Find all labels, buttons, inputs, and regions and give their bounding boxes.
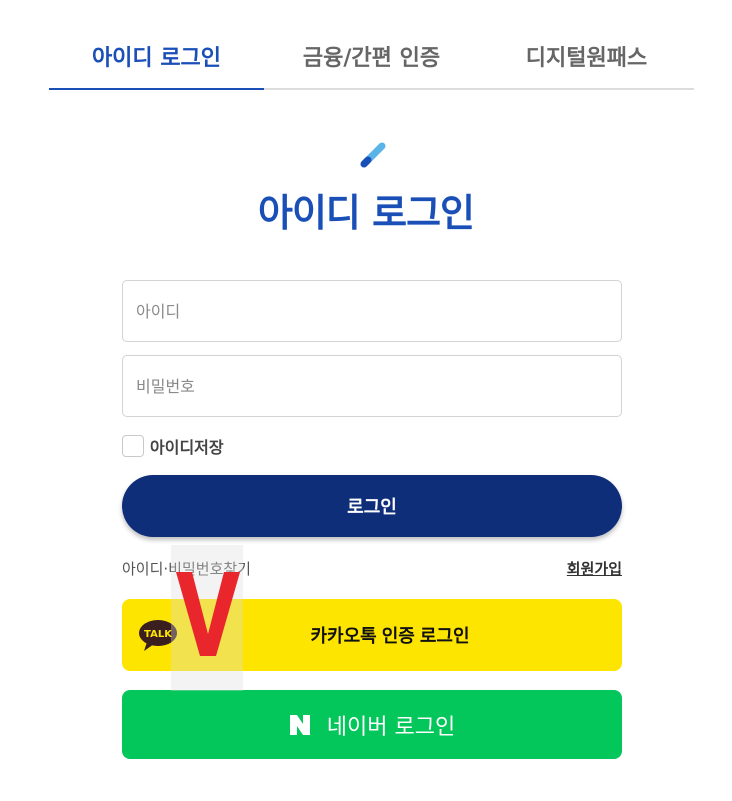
password-input[interactable] xyxy=(122,355,622,417)
id-input[interactable] xyxy=(122,280,622,342)
page-title: 아이디 로그인 xyxy=(258,191,475,235)
naver-login-label: 네이버 로그인 xyxy=(326,714,456,740)
kakao-talk-icon: TALK xyxy=(139,620,177,651)
remember-id-toggle[interactable]: 아이디저장 xyxy=(122,434,224,458)
tab-digital-onepass[interactable]: 디지털원패스 xyxy=(479,22,694,88)
signup-link[interactable]: 회원가입 xyxy=(567,558,622,579)
find-id-password-link[interactable]: 아이디·비밀번호찾기 xyxy=(122,558,251,579)
naver-n-icon xyxy=(289,714,310,735)
login-tabs: 아이디 로그인 금융/간편 인증 디지털원패스 xyxy=(49,22,694,90)
kakao-login-button[interactable]: TALK 카카오톡 인증 로그인 xyxy=(122,599,622,671)
svg-text:TALK: TALK xyxy=(144,629,173,640)
login-button[interactable]: 로그인 xyxy=(122,475,622,537)
tab-id-login[interactable]: 아이디 로그인 xyxy=(49,22,264,90)
tab-financial-auth[interactable]: 금융/간편 인증 xyxy=(264,22,479,88)
kakao-login-label: 카카오톡 인증 로그인 xyxy=(310,626,470,646)
remember-id-checkbox[interactable] xyxy=(122,435,144,457)
remember-id-label: 아이디저장 xyxy=(150,438,224,457)
pen-icon xyxy=(360,142,386,168)
naver-login-button[interactable]: 네이버 로그인 xyxy=(122,690,622,759)
